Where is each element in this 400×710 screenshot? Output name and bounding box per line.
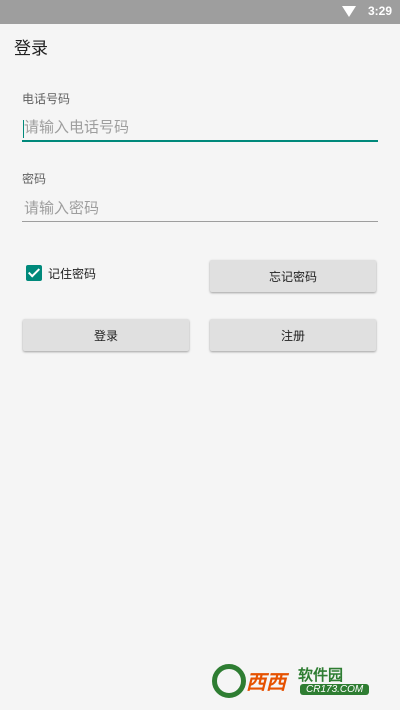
register-button[interactable]: 注册	[210, 319, 376, 351]
app-bar: 登录	[0, 24, 400, 68]
watermark-url: CR173.COM	[300, 684, 370, 695]
remember-label[interactable]: 记住密码	[48, 265, 96, 282]
watermark-logo	[212, 664, 246, 698]
watermark: 西西 软件园 CR173.COM	[212, 662, 384, 702]
password-label: 密码	[22, 172, 47, 186]
status-time: 3:29	[367, 4, 392, 18]
password-input[interactable]	[22, 195, 378, 222]
watermark-brand: 西西	[246, 670, 286, 694]
login-button[interactable]: 登录	[23, 319, 189, 351]
page-title: 登录	[14, 39, 48, 59]
watermark-text: 软件园	[298, 666, 344, 684]
forgot-password-button[interactable]: 忘记密码	[210, 260, 376, 292]
phone-input[interactable]	[22, 114, 378, 142]
phone-label: 电话号码	[22, 92, 71, 106]
status-bar: 3:29	[0, 0, 400, 24]
wifi-icon	[342, 6, 356, 17]
remember-checkbox[interactable]	[26, 265, 42, 281]
text-cursor	[23, 120, 24, 138]
check-icon	[27, 265, 41, 278]
